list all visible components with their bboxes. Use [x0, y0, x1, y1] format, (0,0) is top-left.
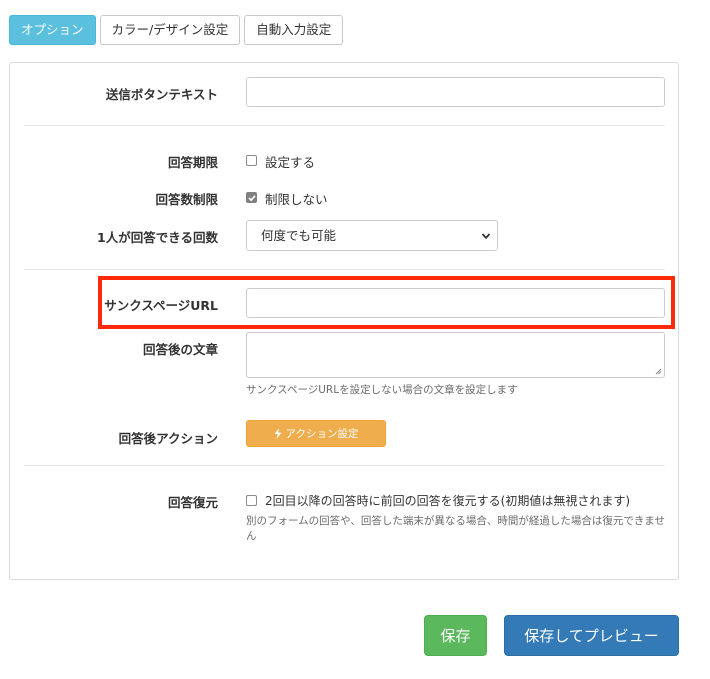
tab-bar: オプション カラー/デザイン設定 自動入力設定	[9, 15, 344, 45]
restore-label: 回答復元	[167, 495, 218, 510]
save-button[interactable]: 保存	[424, 615, 487, 656]
answer-limit-checkbox[interactable]	[246, 192, 257, 203]
restore-help: 別のフォームの回答や、回答した端末が異なる場合、時間が経過した場合は復元できませ…	[246, 515, 666, 542]
action-settings-button[interactable]: アクション設定	[246, 420, 386, 447]
chevron-down-icon	[481, 233, 491, 240]
deadline-label: 回答期限	[167, 155, 218, 170]
after-text-textarea[interactable]	[246, 332, 665, 378]
deadline-checkbox[interactable]	[246, 155, 257, 166]
action-settings-label: アクション設定	[285, 428, 359, 440]
after-text-help: サンクスページURLを設定しない場合の文章を設定します	[246, 384, 518, 396]
restore-checkbox[interactable]	[246, 495, 257, 506]
answer-limit-checkbox-label: 制限しない	[265, 192, 328, 207]
bolt-icon	[274, 428, 281, 439]
divider	[24, 465, 665, 466]
per-person-selected: 何度でも可能	[261, 228, 337, 243]
answer-limit-label: 回答数制限	[155, 192, 218, 207]
tab-autofill[interactable]: 自動入力設定	[244, 15, 344, 45]
tab-color-design[interactable]: カラー/デザイン設定	[99, 15, 241, 45]
divider	[24, 125, 665, 126]
restore-checkbox-label: 2回目以降の回答時に前回の回答を復元する(初期値は無視されます)	[265, 494, 631, 508]
submit-text-input[interactable]	[246, 77, 665, 107]
per-person-label: 1人が回答できる回数	[97, 230, 218, 245]
tab-options[interactable]: オプション	[9, 15, 96, 45]
deadline-checkbox-label: 設定する	[265, 155, 316, 170]
after-text-label: 回答後の文章	[142, 342, 218, 357]
check-icon	[248, 195, 256, 202]
save-and-preview-button[interactable]: 保存してプレビュー	[504, 615, 679, 656]
per-person-select[interactable]: 何度でも可能	[246, 220, 498, 251]
submit-text-label: 送信ボタンテキスト	[105, 87, 218, 102]
after-action-label: 回答後アクション	[118, 431, 218, 446]
divider	[24, 269, 665, 270]
highlight-box	[98, 276, 675, 329]
resize-grip-icon[interactable]	[655, 368, 662, 375]
